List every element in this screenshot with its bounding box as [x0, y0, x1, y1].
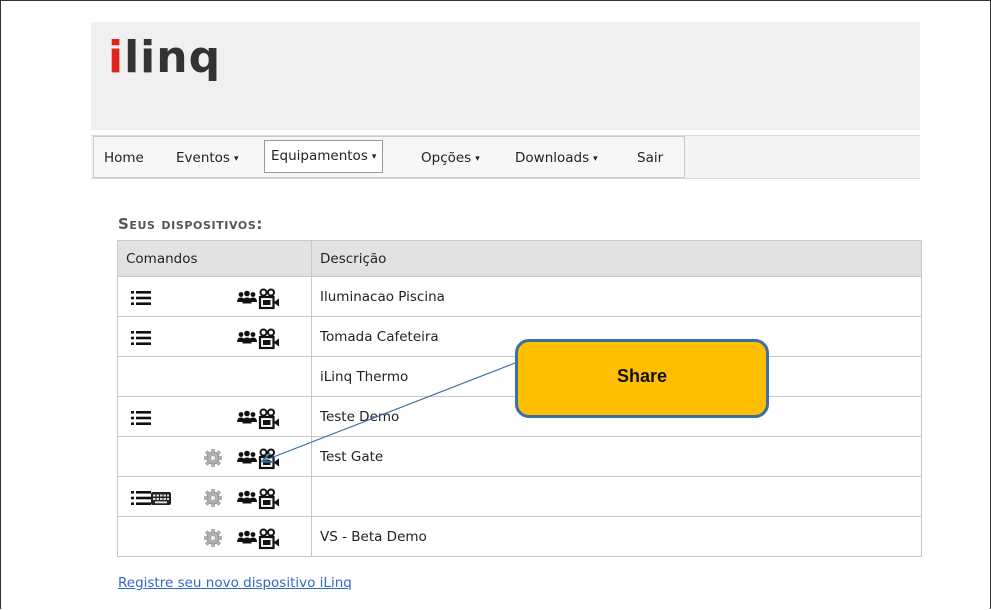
- table-row: VS - Beta Demo: [117, 516, 922, 557]
- description-cell: [311, 476, 922, 517]
- chevron-down-icon: ▾: [233, 154, 239, 164]
- group-icon[interactable]: [236, 488, 258, 508]
- group-icon[interactable]: [236, 408, 258, 428]
- ilinq-logo[interactable]: ilinq: [108, 28, 221, 88]
- description-cell: Iluminacao Piscina: [311, 276, 922, 317]
- gear-icon[interactable]: [202, 448, 224, 468]
- group-icon[interactable]: [236, 528, 258, 548]
- table-row: [117, 476, 922, 517]
- chevron-down-icon: ▾: [371, 152, 377, 162]
- column-header-comandos: Comandos: [117, 240, 312, 277]
- commands-cell: [117, 516, 312, 557]
- share-callout: Share: [515, 339, 769, 418]
- video-icon[interactable]: [258, 288, 280, 310]
- list-icon[interactable]: [130, 328, 152, 348]
- video-icon[interactable]: [258, 448, 280, 470]
- description-cell: VS - Beta Demo: [311, 516, 922, 557]
- gear-icon[interactable]: [202, 488, 224, 508]
- list-icon[interactable]: [130, 288, 152, 308]
- commands-cell: [117, 316, 312, 357]
- callout-label: Share: [616, 366, 668, 386]
- video-icon[interactable]: [258, 488, 280, 510]
- register-device-link[interactable]: Registre seu novo dispositivo iLinq: [118, 575, 352, 591]
- chevron-down-icon: ▾: [593, 154, 598, 164]
- nav-eventos[interactable]: Eventos ▾: [176, 146, 239, 170]
- group-icon[interactable]: [236, 288, 258, 308]
- table-row: Test Gate: [117, 436, 922, 477]
- column-header-descricao: Descrição: [311, 240, 922, 277]
- video-icon[interactable]: [258, 408, 280, 430]
- group-icon[interactable]: [236, 448, 258, 468]
- section-title: Seus dispositivos:: [118, 215, 263, 233]
- nav-sair[interactable]: Sair: [637, 146, 663, 170]
- nav-opcoes[interactable]: Opções ▾: [421, 146, 480, 170]
- nav-equipamentos[interactable]: Equipamentos ▾: [264, 140, 384, 173]
- group-icon[interactable]: [236, 328, 258, 348]
- keyboard-icon[interactable]: [150, 488, 172, 508]
- video-icon[interactable]: [258, 328, 280, 350]
- commands-cell: [117, 476, 312, 517]
- list-icon[interactable]: [130, 488, 152, 508]
- chevron-down-icon: ▾: [475, 154, 480, 164]
- list-icon[interactable]: [130, 408, 152, 428]
- commands-cell: [117, 276, 312, 317]
- table-row: Iluminacao Piscina: [117, 276, 922, 317]
- table-header-row: Comandos Descrição: [117, 240, 922, 277]
- commands-cell: [117, 436, 312, 477]
- video-icon[interactable]: [258, 528, 280, 550]
- nav-downloads[interactable]: Downloads ▾: [515, 146, 598, 170]
- description-cell: Test Gate: [311, 436, 922, 477]
- nav-home[interactable]: Home: [104, 146, 144, 170]
- commands-cell: [117, 356, 312, 397]
- gear-icon[interactable]: [202, 528, 224, 548]
- commands-cell: [117, 396, 312, 437]
